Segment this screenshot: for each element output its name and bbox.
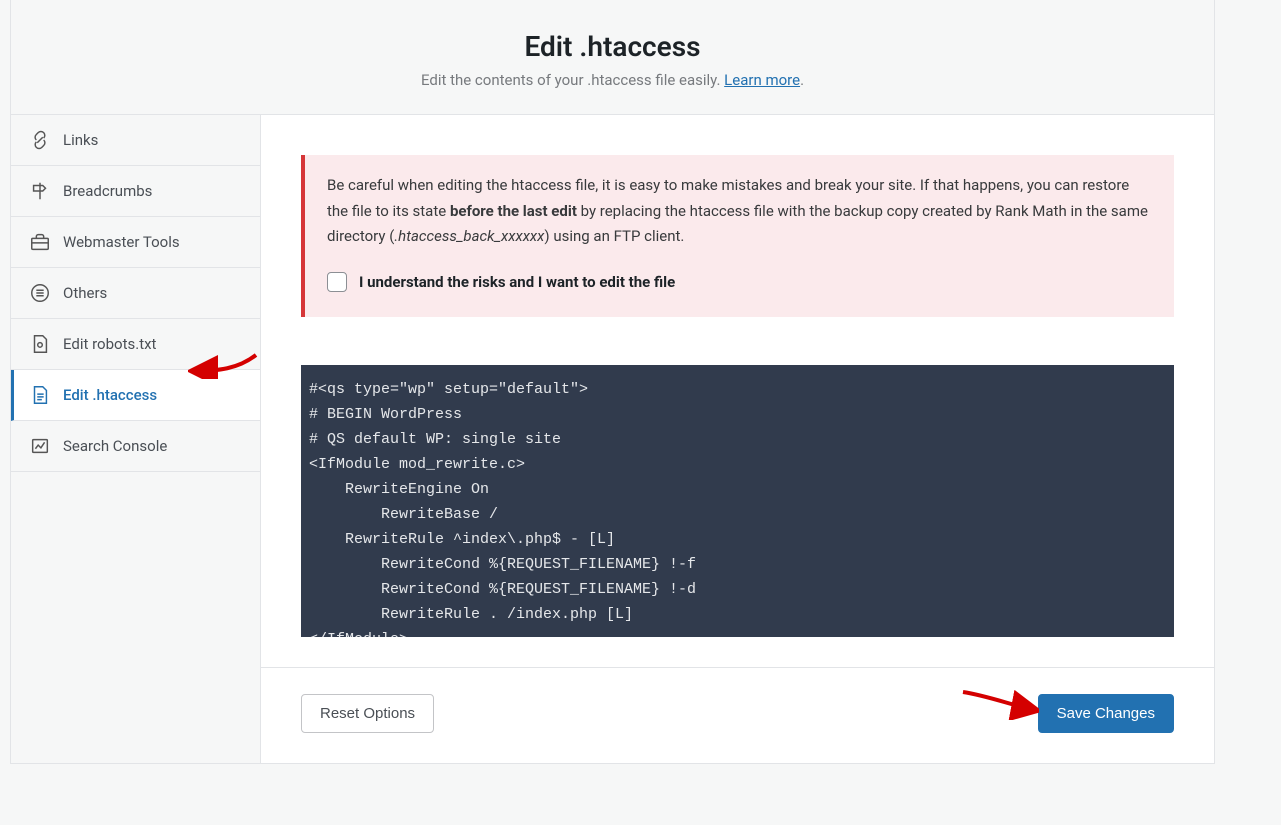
footer-actions: Reset Options Save Changes: [261, 667, 1214, 763]
panel-header: Edit .htaccess Edit the contents of your…: [11, 0, 1214, 115]
page-subtitle: Edit the contents of your .htaccess file…: [31, 71, 1194, 89]
page-title: Edit .htaccess: [31, 30, 1194, 63]
link-icon: [29, 129, 51, 151]
file-icon: [29, 333, 51, 355]
sidebar-item-label: Links: [63, 131, 98, 149]
file-lines-icon: [29, 384, 51, 406]
sidebar-item-webmaster-tools[interactable]: Webmaster Tools: [11, 217, 260, 268]
sidebar-item-label: Others: [63, 284, 107, 302]
sidebar-item-label: Webmaster Tools: [63, 233, 180, 251]
ack-checkbox[interactable]: [327, 272, 347, 292]
settings-panel: Edit .htaccess Edit the contents of your…: [10, 0, 1215, 764]
sidebar-item-others[interactable]: Others: [11, 268, 260, 319]
sidebar-item-search-console[interactable]: Search Console: [11, 421, 260, 472]
sidebar-item-edit-robots[interactable]: Edit robots.txt: [11, 319, 260, 370]
chart-icon: [29, 435, 51, 457]
toolbox-icon: [29, 231, 51, 253]
ack-label: I understand the risks and I want to edi…: [359, 270, 675, 296]
save-changes-button[interactable]: Save Changes: [1038, 694, 1174, 733]
settings-sidebar: Links Breadcrumbs Webmaster Tools: [11, 115, 261, 763]
warning-notice: Be careful when editing the htaccess fil…: [301, 155, 1174, 317]
annotation-arrow-icon: [959, 686, 1039, 720]
sidebar-item-label: Edit .htaccess: [63, 386, 157, 404]
sidebar-item-label: Search Console: [63, 437, 167, 455]
sidebar-item-edit-htaccess[interactable]: Edit .htaccess: [11, 370, 260, 421]
signpost-icon: [29, 180, 51, 202]
learn-more-link[interactable]: Learn more: [724, 71, 800, 89]
reset-options-button[interactable]: Reset Options: [301, 694, 434, 733]
sidebar-item-links[interactable]: Links: [11, 115, 260, 166]
sidebar-item-breadcrumbs[interactable]: Breadcrumbs: [11, 166, 260, 217]
sidebar-item-label: Edit robots.txt: [63, 335, 156, 353]
list-icon: [29, 282, 51, 304]
sidebar-item-label: Breadcrumbs: [63, 182, 152, 200]
content-area: Be careful when editing the htaccess fil…: [261, 115, 1214, 763]
htaccess-textarea[interactable]: [301, 365, 1174, 637]
